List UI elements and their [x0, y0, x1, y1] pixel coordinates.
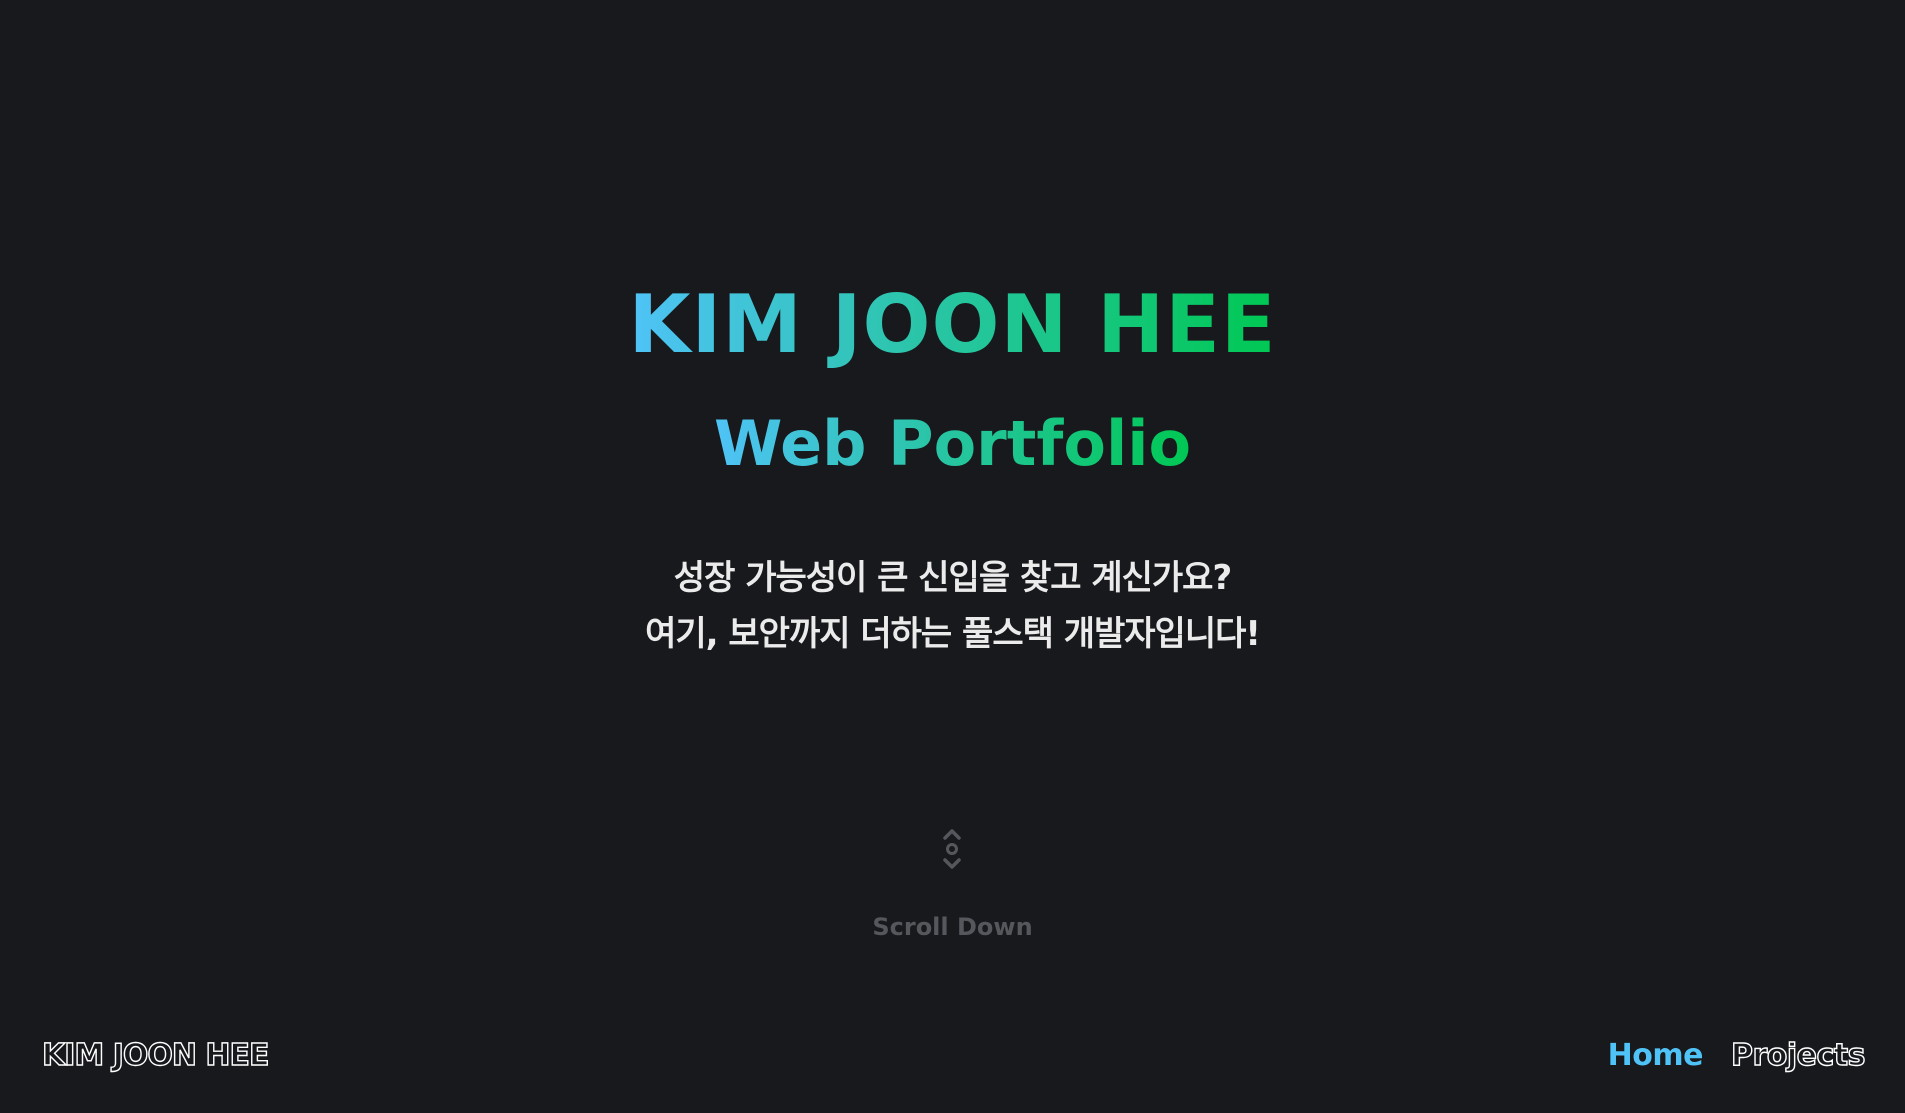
hero-name: KIM JOON HEE — [628, 278, 1277, 371]
nav-projects-link[interactable]: Projects — [1730, 1037, 1866, 1074]
bottom-nav: Home Projects — [1608, 1037, 1867, 1074]
intro-line-1: 성장 가능성이 큰 신입을 찾고 계신가요? — [673, 558, 1232, 598]
page: KIM JOON HEE Web Portfolio 성장 가능성이 큰 신입을… — [0, 0, 1905, 1113]
nav-home-link[interactable]: Home — [1608, 1038, 1704, 1074]
hero-subtitle-text: Web Portfolio — [713, 407, 1192, 480]
scroll-down-label[interactable]: Scroll Down — [0, 912, 1905, 942]
footer-brand-logo[interactable]: KIM JOON HEE — [41, 1037, 270, 1074]
intro-line-2: 여기, 보안까지 더하는 풀스택 개발자입니다! — [645, 614, 1261, 654]
intro-text: 성장 가능성이 큰 신입을 찾고 계신가요? 여기, 보안까지 더하는 풀스택 … — [0, 550, 1905, 662]
hero-subtitle: Web Portfolio — [0, 406, 1905, 482]
hero-title: KIM JOON HEE — [0, 278, 1905, 372]
scroll-arrows-icon[interactable] — [932, 826, 972, 876]
